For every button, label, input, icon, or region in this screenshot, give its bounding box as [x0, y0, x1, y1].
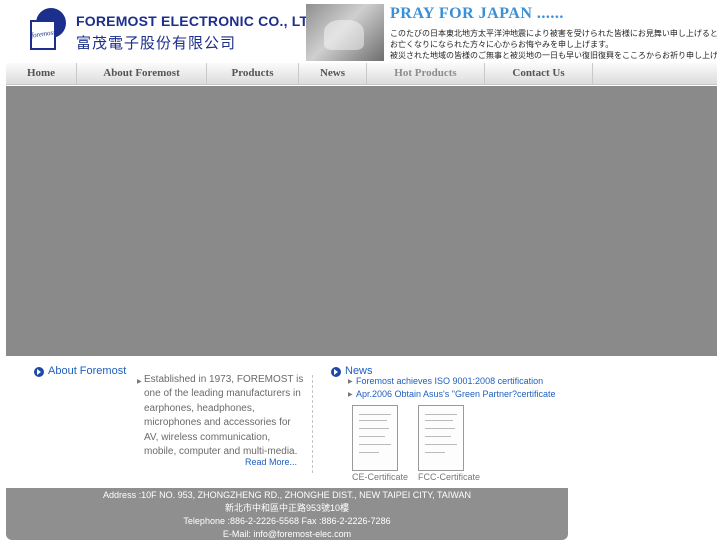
footer-address-zh: 新北市中和區中正路953號10樓 — [224, 503, 350, 513]
praying-hands-shape — [324, 20, 364, 50]
triangle-bullet-icon: ▶ — [348, 379, 353, 385]
banner-message-line: このたびの日本東北地方太平洋沖地震により被害を受けられた皆様にお見舞い申し上げる… — [390, 29, 717, 38]
ce-certificate-label: CE-Certificate — [352, 472, 409, 482]
footer-email[interactable]: E-Mail: info@foremost-elec.com — [6, 528, 568, 541]
triangle-bullet-icon: ▶ — [137, 379, 142, 385]
ce-certificate-thumbnail[interactable] — [352, 405, 398, 471]
nav-home[interactable]: Home — [6, 63, 77, 85]
nav-contact-us[interactable]: Contact Us — [485, 63, 593, 85]
banner-message-line: お亡くなりになられた方々に心からお悔やみを申し上げます。 — [390, 40, 614, 49]
nav-news[interactable]: News — [299, 63, 367, 85]
company-name-chinese: 富茂電子股份有限公司 — [76, 35, 237, 52]
company-name-english: FOREMOST ELECTRONIC CO., LTD. — [76, 13, 323, 29]
banner-message-line: 被災された地域の皆様のご無事と被災地の一日も早い復旧復興をこころからお祈り申し上… — [390, 51, 717, 60]
banner-title: PRAY FOR JAPAN ...... — [390, 5, 564, 22]
triangle-bullet-icon: ▶ — [348, 392, 353, 398]
fcc-certificate-thumbnail[interactable] — [418, 405, 464, 471]
header: foremost FOREMOST ELECTRONIC CO., LTD. 富… — [6, 0, 717, 62]
footer: Address :10F NO. 953, ZHONGZHENG RD., ZH… — [6, 488, 568, 540]
read-more-link[interactable]: Read More... — [245, 457, 297, 467]
main-navigation: Home About Foremost Products News Hot Pr… — [6, 63, 717, 85]
arrow-circle-icon — [331, 367, 341, 377]
nav-products[interactable]: Products — [207, 63, 299, 85]
about-heading[interactable]: About Foremost — [48, 365, 126, 377]
nav-hot-products[interactable]: Hot Products — [367, 63, 485, 85]
news-item-link[interactable]: Foremost achieves ISO 9001:2008 certific… — [356, 376, 543, 386]
fcc-certificate-label: FCC-Certificate — [418, 472, 481, 482]
section-divider — [312, 375, 313, 473]
praying-hands-image — [306, 4, 384, 61]
about-description: Established in 1973, FOREMOST is one of … — [144, 374, 304, 458]
company-logo[interactable]: foremost — [30, 6, 70, 56]
pray-for-japan-banner: PRAY FOR JAPAN ...... このたびの日本東北地方太平洋沖地震に… — [306, 4, 717, 61]
hero-image-area — [6, 86, 717, 356]
arrow-circle-icon — [34, 367, 44, 377]
nav-about-foremost[interactable]: About Foremost — [77, 63, 207, 85]
footer-phone: Telephone :886-2-2226-5568 Fax :886-2-22… — [183, 516, 391, 526]
footer-address-en: Address :10F NO. 953, ZHONGZHENG RD., ZH… — [103, 490, 471, 500]
news-item-link[interactable]: Apr.2006 Obtain Asus's "Green Partner?ce… — [356, 389, 556, 399]
content-panel: About Foremost ▶ Established in 1973, FO… — [6, 357, 568, 485]
